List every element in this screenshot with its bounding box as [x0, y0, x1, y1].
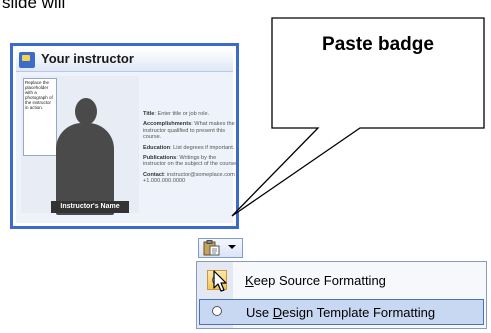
mouse-cursor-icon: [213, 270, 227, 292]
chevron-down-icon: [228, 245, 236, 249]
callout-label: Paste badge: [322, 34, 434, 55]
menu-item-keep-source-formatting[interactable]: Keep Source Formatting: [199, 268, 484, 294]
menu-item-use-design-template-formatting[interactable]: Use Design Template Formatting: [199, 299, 484, 325]
paste-options-menu: Keep Source Formatting Use Design Templa…: [196, 261, 487, 329]
menu-item-label: Keep Source Formatting: [245, 273, 386, 288]
menu-item-label: Use Design Template Formatting: [246, 305, 436, 320]
radio-icon: [208, 302, 228, 322]
paste-options-button[interactable]: [198, 238, 243, 258]
clipboard-icon: [203, 240, 220, 256]
